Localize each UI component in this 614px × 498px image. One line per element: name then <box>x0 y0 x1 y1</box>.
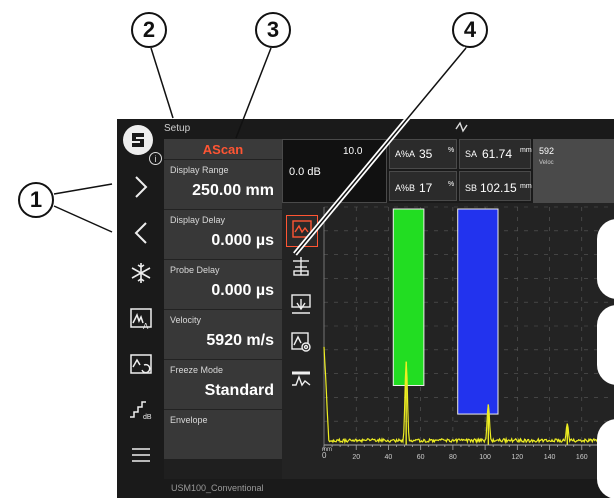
x-tick-label: 20 <box>352 454 360 461</box>
gain-readout[interactable]: 10.0 0.0 dB <box>282 139 387 203</box>
ascan-display[interactable]: 0 mm 20 40 60 80 100 120 140 160 <box>282 203 614 479</box>
amplitude-b-readout[interactable]: A%B 17 % <box>389 171 457 201</box>
param-label: Freeze Mode <box>170 365 224 375</box>
ascan-view-button[interactable] <box>286 215 318 247</box>
param-label: Display Range <box>170 165 229 175</box>
ascan-reset-icon <box>129 353 153 382</box>
amplitude-a-readout[interactable]: A%A 35 % <box>389 139 457 169</box>
freeze-snowflake-icon <box>129 261 153 290</box>
x-tick-label: 80 <box>449 454 457 461</box>
ascan-tools <box>282 211 322 411</box>
sb-value: 102.15 <box>480 181 517 195</box>
side-panel-edge[interactable] <box>597 219 614 299</box>
status-bar: USM100_Conventional <box>164 479 614 498</box>
gain-value: 0.0 dB <box>289 166 321 178</box>
probe-name: USM100_Conventional <box>171 483 264 493</box>
sa-unit: mm <box>520 147 532 154</box>
svg-text:dB: dB <box>143 414 152 421</box>
sound-path-a-readout[interactable]: SA 61.74 mm <box>459 139 532 169</box>
param-freeze-mode[interactable]: Freeze Mode Standard <box>164 359 282 409</box>
param-label: Envelope <box>170 415 208 425</box>
db-steps-icon: dB <box>128 397 154 426</box>
param-value: 250.00 mm <box>192 182 274 199</box>
callout-3: 3 <box>255 12 291 48</box>
param-label: Display Delay <box>170 215 226 225</box>
amp-b-label: A%B <box>395 183 416 193</box>
velocity-readout[interactable]: 592 Veloc <box>533 139 614 203</box>
param-probe-delay[interactable]: Probe Delay 0.000 µs <box>164 259 282 309</box>
previous-button[interactable] <box>117 215 164 255</box>
menu-button[interactable] <box>117 437 164 477</box>
left-toolbar: i A dB <box>117 119 164 498</box>
ascan-reset-button[interactable] <box>117 347 164 387</box>
svg-text:A: A <box>143 322 149 331</box>
amp-a-unit: % <box>448 147 455 154</box>
ascan-view-icon <box>292 219 312 243</box>
param-envelope[interactable]: Envelope <box>164 409 282 459</box>
db-step-button[interactable]: dB <box>117 391 164 431</box>
sa-label: SA <box>465 149 478 159</box>
gate-b <box>457 208 499 415</box>
param-display-range[interactable]: Display Range 250.00 mm <box>164 159 282 209</box>
gate-settings-icon <box>290 255 312 282</box>
chevron-right-icon <box>133 175 149 204</box>
logo-icon[interactable] <box>123 125 153 155</box>
param-value: 0.000 µs <box>211 282 274 299</box>
gate-down-button[interactable] <box>286 291 316 321</box>
x-tick-label: 140 <box>544 454 556 461</box>
callout-2: 2 <box>131 12 167 48</box>
param-label: Velocity <box>170 315 202 325</box>
activity-icon <box>455 121 469 136</box>
ascan-settings-button[interactable] <box>286 329 316 359</box>
menu-icon <box>130 446 152 469</box>
ascan-settings-icon <box>290 331 312 358</box>
ascan-tab[interactable]: AScan <box>164 139 282 159</box>
freeze-button[interactable] <box>117 255 164 295</box>
device-screen: Setup i A dB AScan Display Range 250.00 … <box>117 119 614 498</box>
gate-down-icon <box>290 293 312 320</box>
ascan-gain-button[interactable]: A <box>117 301 164 341</box>
side-panel-edge[interactable] <box>597 419 614 498</box>
info-icon[interactable]: i <box>149 152 162 165</box>
ascan-gain-icon: A <box>129 307 153 336</box>
envelope-icon <box>290 369 312 396</box>
chevron-left-icon <box>133 221 149 250</box>
x-tick-label: 40 <box>385 454 393 461</box>
x-unit-label: mm <box>322 447 332 453</box>
ascan-plot: 0mm20 40 60 80 100 120 140 160 <box>322 206 614 461</box>
x-tick-label: 100 <box>479 454 491 461</box>
velocity-short-value: 592 <box>539 146 555 156</box>
param-value: 0.000 µs <box>211 232 274 249</box>
setup-title: Setup <box>164 123 191 134</box>
parameter-panel: AScan Display Range 250.00 mm Display De… <box>164 139 282 479</box>
gain-step-value: 10.0 <box>343 146 363 157</box>
gate-a <box>392 208 425 386</box>
envelope-button[interactable] <box>286 367 316 397</box>
sound-path-b-readout[interactable]: SB 102.15 mm <box>459 171 532 201</box>
param-display-delay[interactable]: Display Delay 0.000 µs <box>164 209 282 259</box>
amp-b-unit: % <box>448 181 455 188</box>
top-bar: Setup <box>164 119 614 139</box>
callout-4: 4 <box>452 12 488 48</box>
sb-label: SB <box>465 183 478 193</box>
side-panel-edge[interactable] <box>597 305 614 385</box>
param-label: Probe Delay <box>170 265 220 275</box>
sb-unit: mm <box>520 183 532 190</box>
param-value: 5920 m/s <box>206 332 274 349</box>
param-velocity[interactable]: Velocity 5920 m/s <box>164 309 282 359</box>
gate-settings-button[interactable] <box>286 253 316 283</box>
x-tick-label: 120 <box>511 454 523 461</box>
x-tick-label: 60 <box>417 454 425 461</box>
callout-1: 1 <box>18 182 54 218</box>
sa-value: 61.74 <box>482 147 513 161</box>
x-tick-label: 160 <box>576 454 588 461</box>
param-value: Standard <box>204 382 274 399</box>
amp-a-label: A%A <box>395 149 416 159</box>
amp-a-value: 35 <box>419 147 433 161</box>
amp-b-value: 17 <box>419 181 433 195</box>
velocity-short-label: Veloc <box>539 160 554 166</box>
next-button[interactable] <box>117 169 164 209</box>
